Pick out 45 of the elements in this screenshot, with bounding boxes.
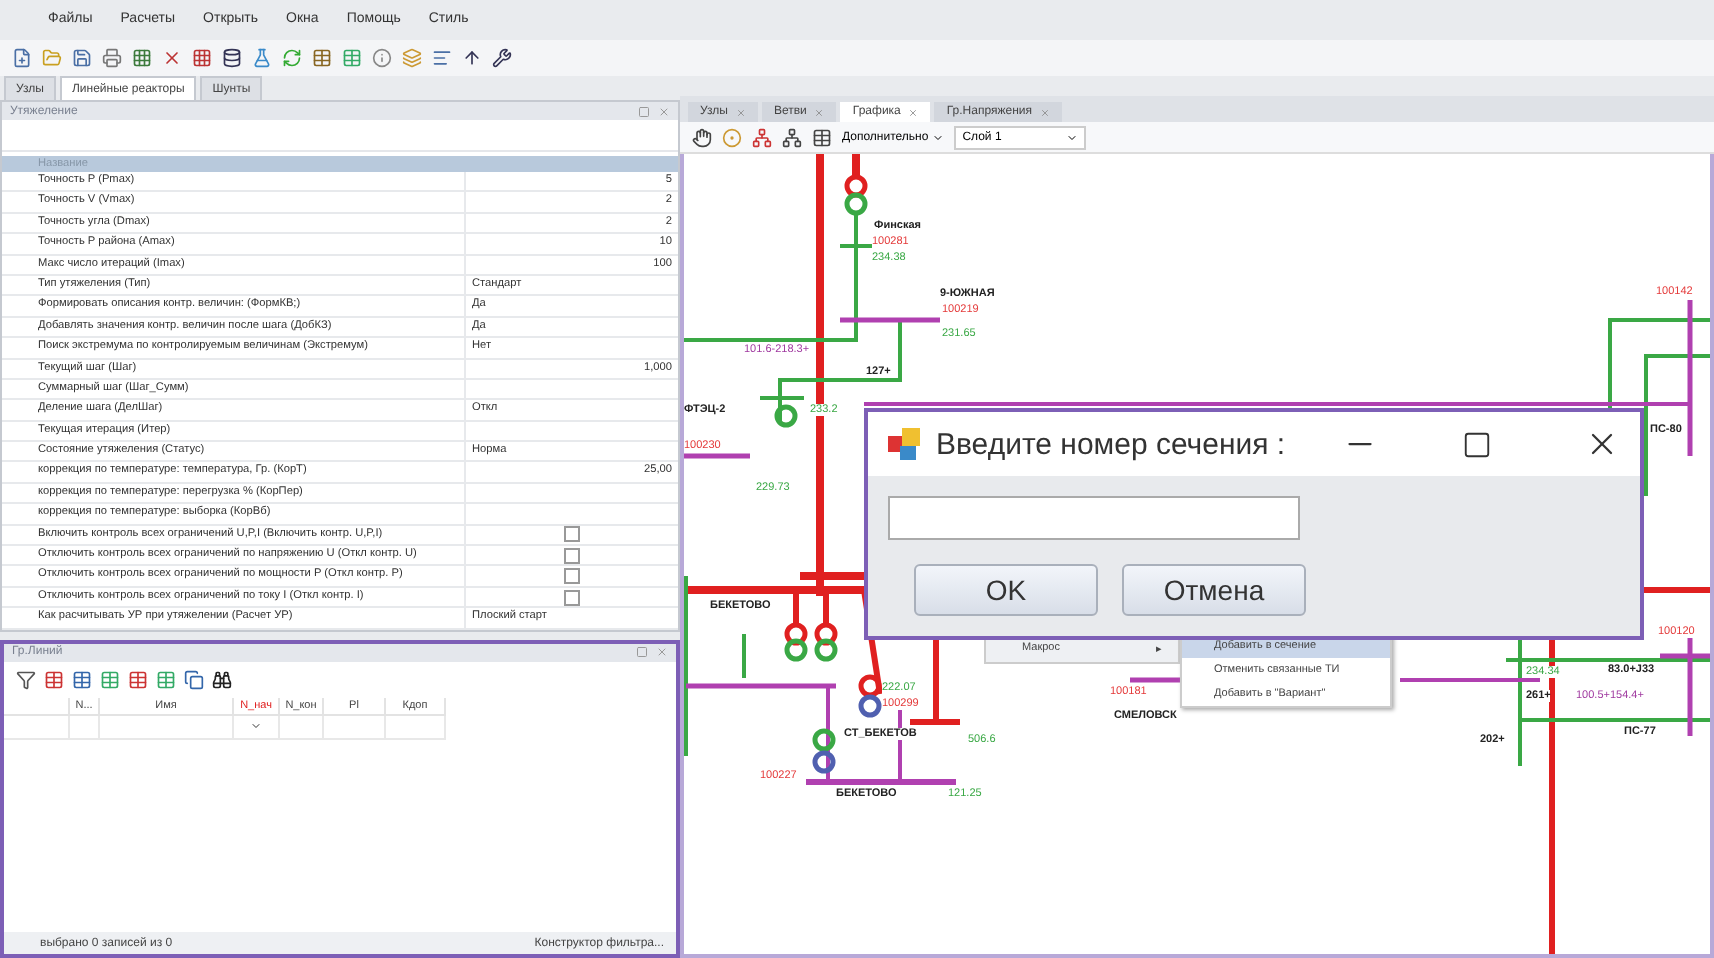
checkbox[interactable] <box>564 568 580 585</box>
checkbox[interactable] <box>564 526 580 543</box>
grid-icon[interactable] <box>132 48 152 68</box>
table-cell <box>324 715 386 740</box>
database-icon[interactable] <box>222 48 242 68</box>
copy-icon[interactable] <box>184 669 204 690</box>
printer-icon[interactable] <box>102 48 122 68</box>
table-icon[interactable] <box>812 127 832 147</box>
restore-icon[interactable] <box>638 105 650 117</box>
table-icon[interactable] <box>312 48 332 68</box>
table-icon[interactable] <box>128 669 148 690</box>
table-icon[interactable] <box>44 669 64 690</box>
table-cell <box>386 715 446 740</box>
maximize-icon[interactable] <box>1462 429 1492 459</box>
dialog-button[interactable]: OK <box>914 564 1098 616</box>
layers-icon[interactable] <box>402 48 422 68</box>
align-left-icon[interactable] <box>432 48 452 68</box>
cross-icon[interactable] <box>162 48 182 68</box>
binoculars-icon[interactable] <box>212 669 232 690</box>
dialog-button[interactable]: Отмена <box>1122 564 1306 616</box>
node-icon[interactable] <box>722 127 742 147</box>
hand-icon[interactable] <box>692 127 712 147</box>
folder-icon[interactable] <box>42 48 62 68</box>
checkbox[interactable] <box>564 589 580 605</box>
save-icon[interactable] <box>72 48 92 68</box>
branch-icon[interactable] <box>782 127 802 147</box>
app-icon <box>888 428 920 460</box>
dropdown-icon[interactable] <box>250 720 262 733</box>
wrench-icon[interactable] <box>492 48 512 68</box>
branch-icon[interactable] <box>752 127 772 147</box>
grid-icon[interactable] <box>192 48 212 68</box>
dialog-title: Введите номер сечения : <box>936 427 1288 461</box>
new-file-icon[interactable] <box>12 48 32 68</box>
checkbox[interactable] <box>564 547 580 564</box>
caret-icon[interactable] <box>1066 131 1079 143</box>
caret-icon[interactable] <box>932 131 945 143</box>
table-cell <box>70 715 100 740</box>
flask-icon[interactable] <box>252 48 272 68</box>
arrow-up-icon[interactable] <box>462 48 482 68</box>
input-field[interactable] <box>888 496 1300 540</box>
filter-icon[interactable] <box>16 669 36 690</box>
restore-icon[interactable] <box>636 646 648 659</box>
info-icon[interactable] <box>372 48 392 68</box>
table-icon[interactable] <box>72 669 92 690</box>
refresh-icon[interactable] <box>282 48 302 68</box>
